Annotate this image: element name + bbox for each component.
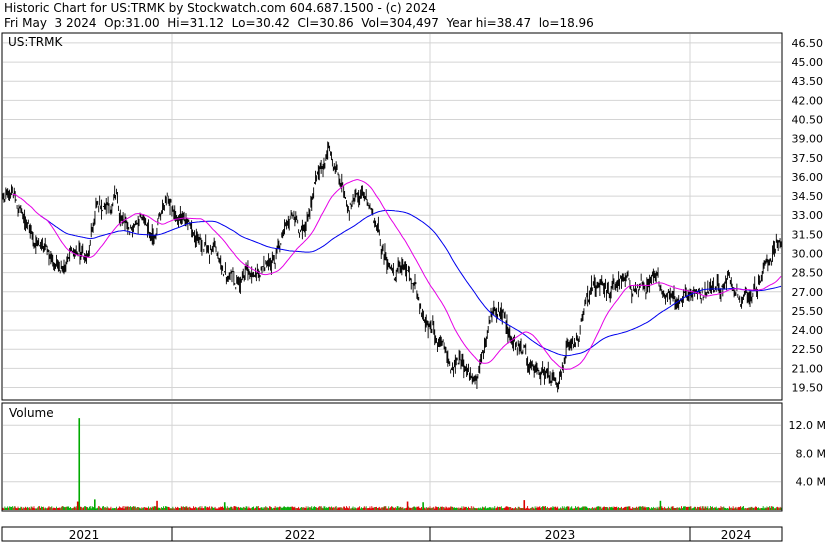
price-tick-label: 31.50 — [792, 228, 824, 241]
volume-panel — [1, 402, 783, 512]
price-tick-label: 46.50 — [792, 37, 824, 50]
year-axis — [1, 526, 783, 542]
volume-tick-label: 12.0 M — [789, 419, 826, 432]
symbol-label: US:TRMK — [8, 35, 63, 49]
volume-tick-label: 4.0 M — [796, 476, 826, 489]
year-label: 2023 — [545, 528, 576, 542]
price-tick-label: 39.00 — [792, 133, 824, 146]
price-tick-label: 34.50 — [792, 190, 824, 203]
price-tick-label: 40.50 — [792, 114, 824, 127]
price-tick-label: 28.50 — [792, 267, 824, 280]
price-tick-label: 21.00 — [792, 362, 824, 375]
year-label: 2022 — [285, 528, 316, 542]
price-tick-label: 30.00 — [792, 248, 824, 261]
year-label: 2021 — [69, 528, 100, 542]
price-tick-label: 45.00 — [792, 56, 824, 69]
price-tick-label: 42.00 — [792, 94, 824, 107]
year-label: 2024 — [721, 528, 752, 542]
price-tick-label: 25.50 — [792, 305, 824, 318]
price-tick-label: 43.50 — [792, 75, 824, 88]
price-tick-label: 37.50 — [792, 152, 824, 165]
price-tick-label: 36.00 — [792, 171, 824, 184]
volume-tick-label: 8.0 M — [796, 447, 826, 460]
price-tick-label: 24.00 — [792, 324, 824, 337]
volume-title: Volume — [9, 406, 54, 420]
stock-chart: 46.50 45.00 43.50 42.00 40.50 39.00 37.50 36.00… — [1, 32, 826, 542]
price-tick-label: 27.00 — [792, 286, 824, 299]
price-tick-label: 22.50 — [792, 343, 824, 356]
price-tick-label: 33.00 — [792, 209, 824, 222]
price-tick-label: 19.50 — [792, 382, 824, 395]
